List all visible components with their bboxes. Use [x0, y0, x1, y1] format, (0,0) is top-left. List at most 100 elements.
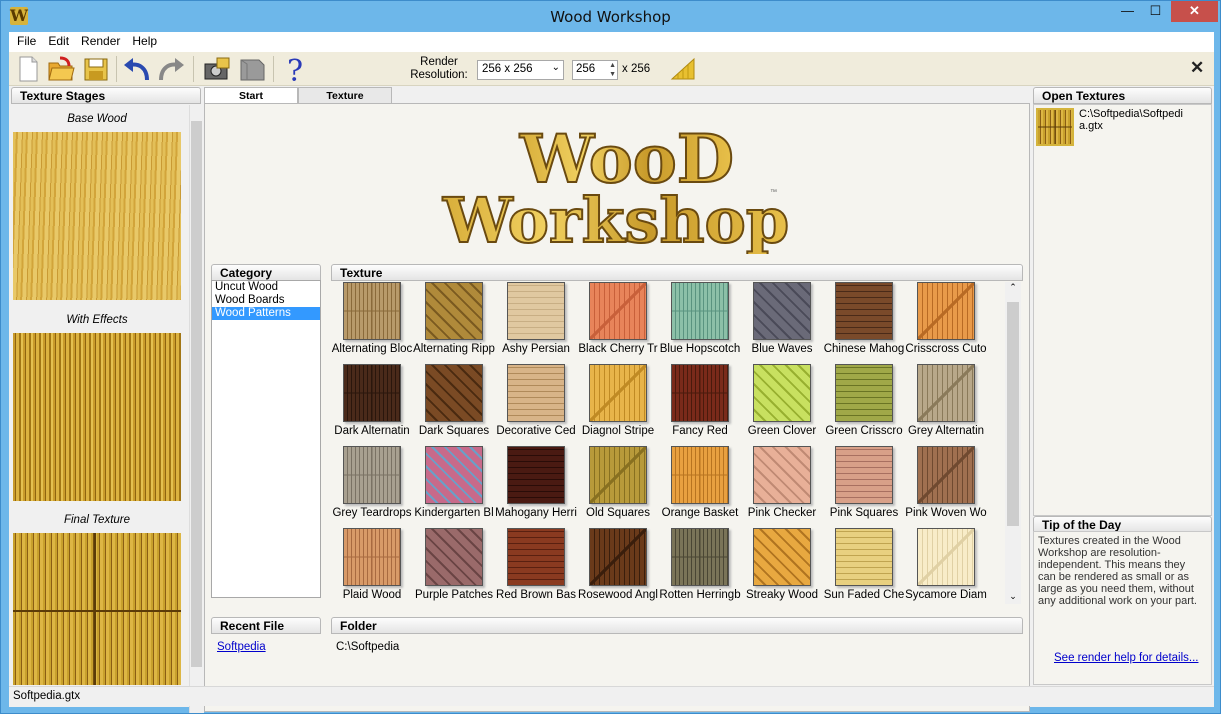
texture-swatch[interactable]: [589, 364, 647, 422]
category-list[interactable]: Uncut Wood Wood Boards Wood Patterns: [211, 280, 321, 598]
category-item[interactable]: Uncut Wood: [212, 281, 320, 294]
texture-tile[interactable]: Fancy Red: [659, 364, 741, 446]
tab-texture[interactable]: Texture: [298, 87, 392, 104]
texture-swatch[interactable]: [425, 282, 483, 340]
texture-tile[interactable]: Alternating Bloc: [331, 282, 413, 364]
texture-swatch[interactable]: [917, 364, 975, 422]
redo-icon[interactable]: [157, 54, 187, 84]
texture-swatch[interactable]: [753, 282, 811, 340]
texture-swatch[interactable]: [507, 528, 565, 586]
texture-tile[interactable]: Dark Squares: [413, 364, 495, 446]
stages-scroll-thumb[interactable]: [191, 121, 202, 667]
texture-tile[interactable]: Diagnol Stripe: [577, 364, 659, 446]
help-icon[interactable]: ?: [281, 54, 311, 89]
texture-tile[interactable]: Blue Hopscotch: [659, 282, 741, 364]
texture-swatch[interactable]: [589, 282, 647, 340]
render-icon[interactable]: [670, 57, 696, 81]
texture-swatch[interactable]: [425, 528, 483, 586]
texture-tile[interactable]: Purple Patches: [413, 528, 495, 610]
texture-tile[interactable]: Green Crisscro: [823, 364, 905, 446]
new-icon[interactable]: [13, 54, 43, 84]
with-effects-image[interactable]: [13, 333, 181, 501]
texture-swatch[interactable]: [671, 528, 729, 586]
texture-swatch[interactable]: [589, 528, 647, 586]
resolution-select[interactable]: 256 x 256 ⌄: [477, 60, 564, 80]
base-wood-image[interactable]: [13, 132, 181, 300]
texture-tile[interactable]: Rotten Herringb: [659, 528, 741, 610]
texture-tile[interactable]: Decorative Ced: [495, 364, 577, 446]
texture-swatch[interactable]: [917, 528, 975, 586]
recent-file-link[interactable]: Softpedia: [217, 641, 266, 653]
texture-tile[interactable]: Ashy Persian: [495, 282, 577, 364]
texture-swatch[interactable]: [671, 364, 729, 422]
texture-swatch[interactable]: [753, 528, 811, 586]
texture-swatch[interactable]: [917, 282, 975, 340]
texture-swatch[interactable]: [507, 282, 565, 340]
category-item[interactable]: Wood Boards: [212, 294, 320, 307]
category-item-selected[interactable]: Wood Patterns: [212, 307, 320, 320]
texture-tile[interactable]: Pink Squares: [823, 446, 905, 528]
texture-swatch[interactable]: [589, 446, 647, 504]
title-bar[interactable]: W Wood Workshop — ☐ ✕: [1, 1, 1220, 32]
texture-swatch[interactable]: [835, 364, 893, 422]
open-texture-path[interactable]: C:\Softpedia\Softpedia.gtx: [1079, 108, 1189, 132]
scroll-up-icon[interactable]: ⌃: [1005, 282, 1021, 293]
texture-tile[interactable]: Green Clover: [741, 364, 823, 446]
texture-swatch[interactable]: [425, 364, 483, 422]
camera-icon[interactable]: [202, 54, 232, 84]
open-icon[interactable]: [46, 54, 76, 84]
texture-swatch[interactable]: [343, 282, 401, 340]
render-help-link[interactable]: See render help for details...: [1054, 652, 1198, 664]
maximize-button[interactable]: ☐: [1142, 1, 1169, 22]
undo-icon[interactable]: [121, 54, 151, 84]
texture-scroll-thumb[interactable]: [1007, 302, 1019, 526]
open-texture-thumbnail[interactable]: [1036, 108, 1074, 146]
texture-swatch[interactable]: [343, 364, 401, 422]
texture-tile[interactable]: Sycamore Diam: [905, 528, 987, 610]
texture-tile[interactable]: Mahogany Herri: [495, 446, 577, 528]
texture-swatch[interactable]: [671, 282, 729, 340]
menu-render[interactable]: Render: [75, 32, 126, 52]
texture-swatch[interactable]: [835, 528, 893, 586]
texture-tile[interactable]: Crisscross Cuto: [905, 282, 987, 364]
menu-edit[interactable]: Edit: [42, 32, 75, 52]
final-texture-image[interactable]: [13, 533, 181, 685]
texture-tile[interactable]: Chinese Mahog: [823, 282, 905, 364]
texture-swatch[interactable]: [835, 446, 893, 504]
texture-tile[interactable]: Black Cherry Tr: [577, 282, 659, 364]
close-button[interactable]: ✕: [1171, 1, 1218, 22]
texture-icon[interactable]: [237, 54, 267, 84]
minimize-button[interactable]: —: [1114, 1, 1141, 22]
texture-tile[interactable]: Rosewood Angl: [577, 528, 659, 610]
texture-swatch[interactable]: [753, 446, 811, 504]
scroll-down-icon[interactable]: ⌄: [1005, 591, 1021, 602]
texture-tile[interactable]: Sun Faded Che: [823, 528, 905, 610]
texture-tile[interactable]: Orange Basket: [659, 446, 741, 528]
close-icon[interactable]: ✕: [1190, 58, 1204, 78]
up-down-icon[interactable]: ▲ ▼: [609, 61, 616, 79]
texture-swatch[interactable]: [343, 528, 401, 586]
texture-tile[interactable]: Grey Teardrops: [331, 446, 413, 528]
menu-file[interactable]: File: [11, 32, 42, 52]
texture-swatch[interactable]: [507, 446, 565, 504]
save-icon[interactable]: [81, 54, 111, 84]
texture-tile[interactable]: Streaky Wood: [741, 528, 823, 610]
menu-help[interactable]: Help: [126, 32, 163, 52]
texture-tile[interactable]: Pink Checker: [741, 446, 823, 528]
texture-tile[interactable]: Red Brown Bas: [495, 528, 577, 610]
texture-tile[interactable]: Pink Woven Wo: [905, 446, 987, 528]
texture-tile[interactable]: Blue Waves: [741, 282, 823, 364]
texture-swatch[interactable]: [343, 446, 401, 504]
texture-swatch[interactable]: [917, 446, 975, 504]
texture-tile[interactable]: Dark Alternatin: [331, 364, 413, 446]
texture-swatch[interactable]: [507, 364, 565, 422]
texture-tile[interactable]: Alternating Ripp: [413, 282, 495, 364]
texture-swatch[interactable]: [753, 364, 811, 422]
texture-swatch[interactable]: [425, 446, 483, 504]
texture-tile[interactable]: Grey Alternatin: [905, 364, 987, 446]
texture-tile[interactable]: Kindergarten Bl: [413, 446, 495, 528]
width-stepper[interactable]: 256 ▲ ▼: [572, 60, 618, 80]
texture-tile[interactable]: Plaid Wood: [331, 528, 413, 610]
texture-tile[interactable]: Old Squares: [577, 446, 659, 528]
texture-swatch[interactable]: [671, 446, 729, 504]
